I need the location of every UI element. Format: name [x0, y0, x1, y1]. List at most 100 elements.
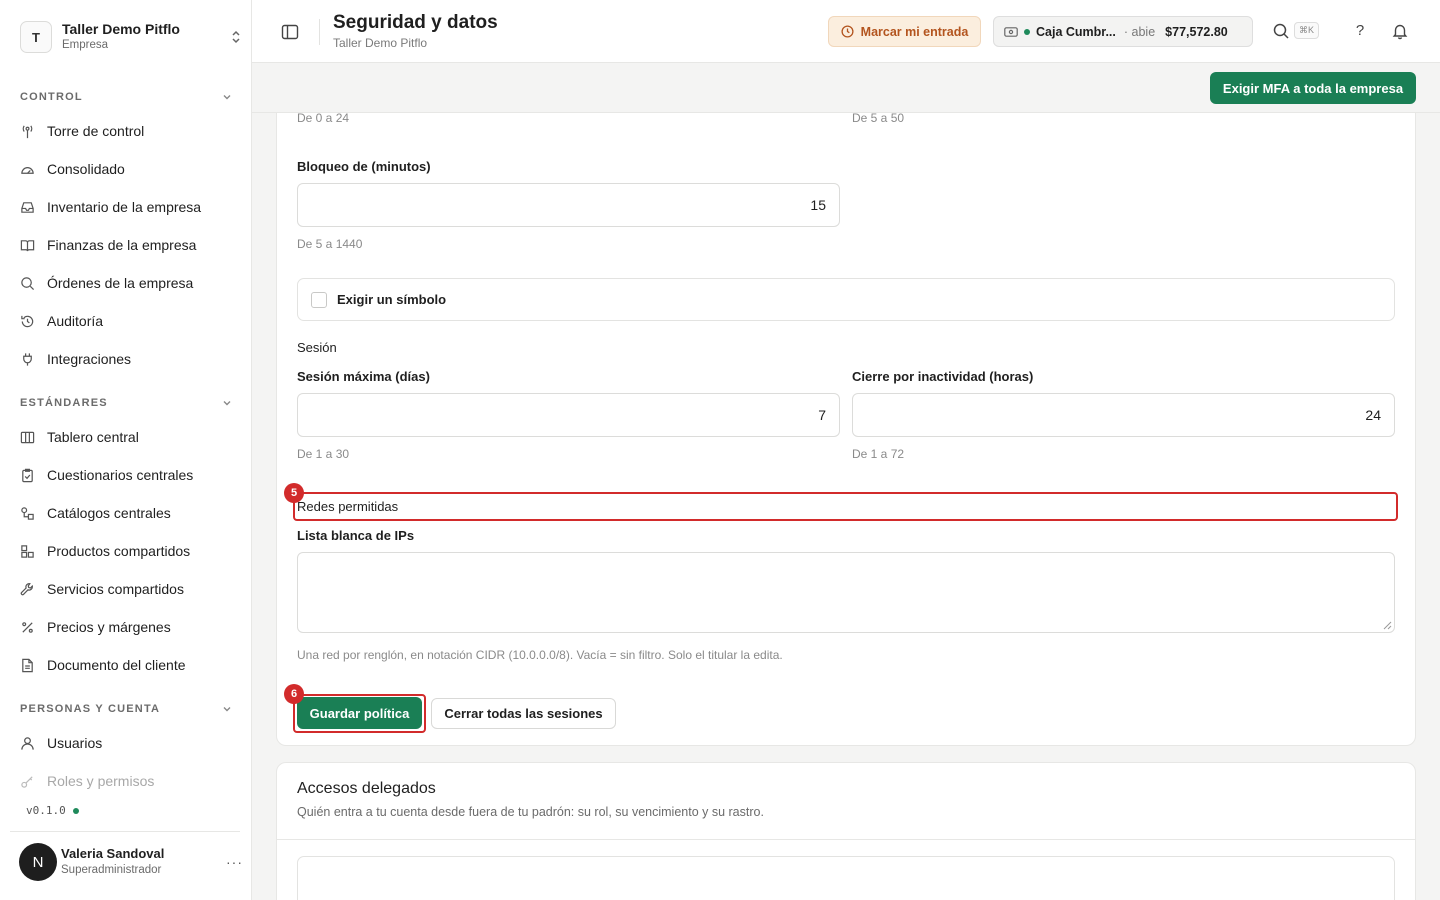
chevron-up-down-icon [232, 30, 240, 44]
delegated-access-description: Quién entra a tu cuenta desde fuera de t… [297, 805, 764, 819]
section-label: ESTÁNDARES [20, 397, 108, 409]
plug-icon [23, 352, 32, 366]
section-label: PERSONAS Y CUENTA [20, 703, 161, 715]
inbox-icon [21, 201, 34, 213]
sidebar-item-precios[interactable]: Precios y márgenes [20, 613, 232, 641]
sidebar-item-torre-de-control[interactable]: Torre de control [20, 117, 232, 145]
sidebar-item-integraciones[interactable]: Integraciones [20, 345, 232, 373]
resize-handle-icon[interactable] [1383, 621, 1392, 630]
sidebar-item-roles[interactable]: Roles y permisos [20, 767, 232, 795]
ip-whitelist-textarea[interactable] [297, 552, 1395, 633]
search-icon [21, 276, 35, 290]
annotation-highlight [293, 492, 1398, 521]
require-symbol-checkbox[interactable] [311, 291, 327, 308]
sidebar-item-auditoria[interactable]: Auditoría [20, 307, 232, 335]
org-avatar: T [20, 21, 52, 53]
sidebar-item-label: Finanzas de la empresa [47, 237, 197, 253]
sidebar-item-cuestionarios[interactable]: Cuestionarios centrales [20, 461, 232, 489]
field-hint: De 5 a 50 [852, 111, 905, 125]
gauge-icon [21, 166, 34, 174]
more-icon[interactable]: ··· [226, 854, 243, 870]
shapes-icon [21, 506, 34, 520]
chevron-down-icon [223, 707, 231, 712]
sidebar-item-label: Auditoría [47, 313, 104, 329]
top-header: Seguridad y datos Taller Demo Pitflo Mar… [252, 0, 1440, 63]
require-symbol-label: Exigir un símbolo [337, 292, 447, 307]
field-hint: De 0 a 24 [297, 111, 350, 125]
require-mfa-button[interactable]: Exigir MFA a toda la empresa [1210, 72, 1416, 104]
sidebar-item-ordenes[interactable]: Órdenes de la empresa [20, 269, 232, 297]
sidebar-item-label: Tablero central [47, 429, 139, 445]
file-text-icon [22, 658, 33, 672]
field-hint: De 1 a 30 [297, 447, 350, 461]
avatar: N [19, 843, 57, 881]
sidebar-item-servicios[interactable]: Servicios compartidos [20, 575, 232, 603]
ip-whitelist-label: Lista blanca de IPs [297, 528, 415, 543]
field-hint: De 1 a 72 [852, 447, 905, 461]
section-control[interactable]: CONTROL [20, 89, 232, 105]
divider [319, 19, 320, 45]
sidebar-item-finanzas[interactable]: Finanzas de la empresa [20, 231, 232, 259]
org-name: Taller Demo Pitflo [62, 21, 180, 37]
sidebar-item-documento[interactable]: Documento del cliente [20, 651, 232, 679]
divider [10, 831, 240, 832]
page-title: Seguridad y datos [333, 12, 498, 33]
boxes-icon [21, 544, 34, 558]
session-max-input[interactable] [297, 393, 840, 437]
user-name: Valeria Sandoval [61, 846, 165, 861]
sidebar-item-label: Torre de control [47, 123, 145, 139]
status-dot [1024, 28, 1030, 35]
lockout-label: Bloqueo de (minutos) [297, 159, 431, 174]
annotation-highlight [293, 694, 426, 733]
sidebar-item-productos[interactable]: Productos compartidos [20, 537, 232, 565]
user-menu[interactable]: N Valeria Sandoval Superadministrador ··… [19, 843, 243, 881]
require-symbol-option[interactable]: Exigir un símbolo [297, 278, 1395, 321]
idle-timeout-label: Cierre por inactividad (horas) [852, 369, 1034, 384]
clipboard-check-icon [22, 468, 33, 482]
user-icon [21, 736, 34, 750]
sidebar-item-label: Catálogos centrales [47, 505, 171, 521]
clock-in-button[interactable]: Marcar mi entrada [828, 16, 981, 47]
help-icon[interactable]: ? [1351, 22, 1369, 40]
lockout-minutes-input[interactable] [297, 183, 840, 227]
sidebar-item-label: Servicios compartidos [47, 581, 184, 597]
section-personas[interactable]: PERSONAS Y CUENTA [20, 701, 232, 717]
delegated-access-title: Accesos delegados [297, 780, 436, 797]
org-text: Taller Demo Pitflo Empresa [62, 21, 230, 53]
sidebar-toggle-icon[interactable] [281, 23, 299, 41]
sidebar-item-label: Integraciones [47, 351, 132, 367]
org-switcher[interactable]: T Taller Demo Pitflo Empresa [20, 20, 242, 54]
percent-icon [22, 621, 33, 633]
chevron-down-icon [223, 401, 231, 406]
key-icon [21, 775, 33, 788]
history-icon [21, 315, 34, 327]
sidebar-item-label: Roles y permisos [47, 773, 155, 789]
sidebar-item-label: Inventario de la empresa [47, 199, 202, 215]
close-all-sessions-button[interactable]: Cerrar todas las sesiones [431, 698, 616, 729]
banknote-icon [1004, 26, 1018, 37]
cash-register-amount: $77,572.80 [1165, 24, 1228, 39]
session-heading: Sesión [297, 340, 337, 355]
search-icon[interactable] [1272, 22, 1290, 40]
sidebar-item-catalogos[interactable]: Catálogos centrales [20, 499, 232, 527]
sidebar-item-label: Cuestionarios centrales [47, 467, 194, 483]
delegated-access-list [297, 856, 1395, 900]
sidebar-item-label: Productos compartidos [47, 543, 191, 559]
sidebar: T Taller Demo Pitflo Empresa CONTROL Tor… [0, 0, 252, 900]
field-hint: Una red por renglón, en notación CIDR (1… [297, 648, 783, 662]
status-dot [72, 807, 79, 814]
section-estandares[interactable]: ESTÁNDARES [20, 395, 232, 411]
sidebar-item-inventario[interactable]: Inventario de la empresa [20, 193, 232, 221]
bell-icon[interactable] [1391, 22, 1409, 40]
sidebar-item-label: Documento del cliente [47, 657, 186, 673]
sidebar-item-consolidado[interactable]: Consolidado [20, 155, 232, 183]
version-text: v0.1.0 [26, 804, 66, 817]
session-max-label: Sesión máxima (días) [297, 369, 430, 384]
cash-register-button[interactable]: Caja Cumbr... · abie $77,572.80 [993, 16, 1253, 47]
sidebar-item-usuarios[interactable]: Usuarios [20, 729, 232, 757]
antenna-icon [22, 125, 33, 138]
idle-timeout-input[interactable] [852, 393, 1395, 437]
sidebar-item-tablero-central[interactable]: Tablero central [20, 423, 232, 451]
divider [277, 839, 1415, 840]
cash-register-status: · abie [1123, 24, 1156, 39]
